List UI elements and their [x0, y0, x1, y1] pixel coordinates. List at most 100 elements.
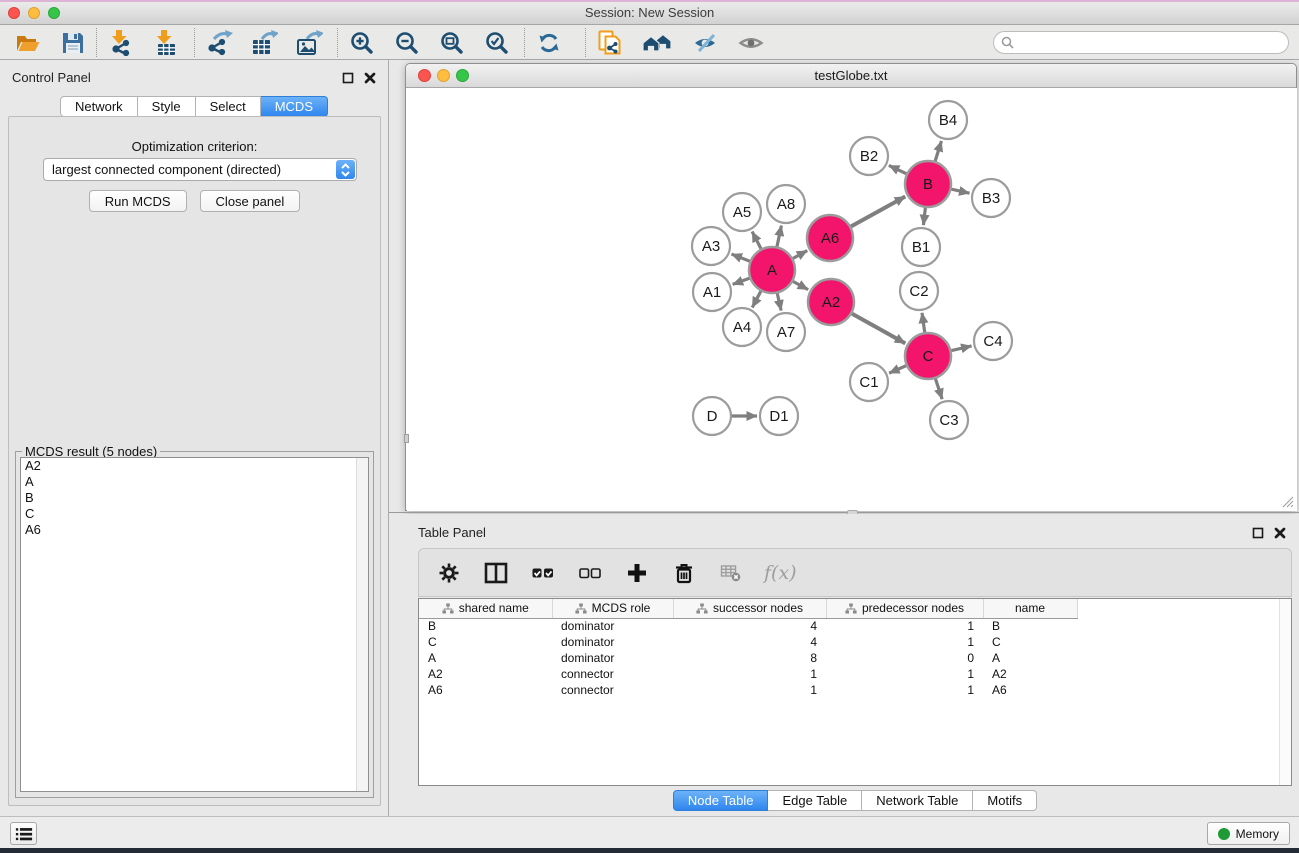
hide-selected-icon[interactable] — [692, 29, 720, 57]
table-cell: 8 — [673, 650, 826, 666]
table-cell: 4 — [673, 634, 826, 650]
network-graph: B4B2BB3A5A8A6A3B1AA1C2A2A4A7C4CC1C3DD1 — [407, 88, 1297, 510]
refresh-view-icon[interactable] — [535, 29, 563, 57]
column-header-predecessor-nodes[interactable]: predecessor nodes — [826, 599, 983, 618]
show-network-home-icon[interactable] — [641, 29, 675, 57]
table-cell: 4 — [673, 618, 826, 634]
network-window-titlebar[interactable]: testGlobe.txt — [406, 64, 1296, 88]
mcds-tab-content: Optimization criterion: largest connecte… — [8, 116, 381, 806]
table-row[interactable]: A6connector11A6 — [419, 682, 1279, 698]
tab-select[interactable]: Select — [196, 96, 261, 117]
column-header-shared-name[interactable]: shared name — [419, 599, 552, 618]
graph-node-label: B3 — [982, 190, 1000, 207]
graph-node-label: D — [707, 408, 718, 425]
add-column-icon[interactable] — [623, 559, 651, 587]
table-cell: 1 — [673, 682, 826, 698]
column-header-MCDS-role[interactable]: MCDS role — [552, 599, 673, 618]
open-session-icon[interactable] — [14, 29, 42, 57]
memory-label: Memory — [1236, 827, 1279, 841]
application-window: Session: New Session — [0, 0, 1299, 853]
import-network-icon[interactable] — [107, 29, 135, 57]
result-list-scrollbar[interactable] — [356, 458, 368, 791]
column-header-label: predecessor nodes — [862, 601, 964, 615]
search-input[interactable] — [1018, 36, 1288, 50]
zoom-fit-icon[interactable] — [438, 29, 466, 57]
table-cell: B — [419, 618, 552, 634]
mcds-result-item: A2 — [21, 458, 368, 474]
table-cell: A — [983, 650, 1077, 666]
graph-node-label: D1 — [769, 408, 788, 425]
table-tab-network-table[interactable]: Network Table — [862, 790, 973, 811]
float-panel-icon[interactable] — [342, 71, 354, 89]
table-cell: C — [419, 634, 552, 650]
app-title: Session: New Session — [0, 5, 1299, 20]
close-panel-icon[interactable] — [364, 71, 376, 89]
select-all-rows-icon[interactable] — [529, 559, 557, 587]
search-field[interactable] — [993, 31, 1289, 54]
save-session-icon[interactable] — [59, 29, 87, 57]
search-icon — [1001, 36, 1014, 49]
table-tabs: Node TableEdge TableNetwork TableMotifs — [418, 790, 1292, 811]
delete-columns-icon[interactable] — [670, 559, 698, 587]
table-row[interactable]: Cdominator41C — [419, 634, 1279, 650]
close-panel-button[interactable]: Close panel — [200, 190, 301, 212]
table-toolbar: f(x) — [418, 548, 1292, 597]
criterion-dropdown[interactable]: largest connected component (directed) — [43, 158, 357, 181]
tab-style[interactable]: Style — [138, 96, 196, 117]
resize-grip-icon[interactable] — [1280, 494, 1294, 508]
zoom-selected-icon[interactable] — [483, 29, 511, 57]
table-settings-icon[interactable] — [435, 559, 463, 587]
table-tab-node-table[interactable]: Node Table — [673, 790, 769, 811]
float-table-panel-icon[interactable] — [1252, 526, 1264, 544]
network-canvas[interactable]: B4B2BB3A5A8A6A3B1AA1C2A2A4A7C4CC1C3DD1 — [407, 88, 1297, 511]
criterion-value: largest connected component (directed) — [52, 162, 281, 177]
graph-node-label: A8 — [777, 196, 795, 213]
tab-mcds[interactable]: MCDS — [261, 96, 328, 117]
column-header-name[interactable]: name — [983, 599, 1077, 618]
task-history-button[interactable] — [10, 822, 37, 845]
deselect-all-rows-icon[interactable] — [576, 559, 604, 587]
window-edge-handle[interactable] — [404, 434, 409, 443]
zoom-out-icon[interactable] — [393, 29, 421, 57]
table-scrollbar[interactable] — [1279, 599, 1291, 785]
show-all-icon[interactable] — [737, 29, 765, 57]
table-row[interactable]: A2connector11A2 — [419, 666, 1279, 682]
export-table-icon[interactable] — [250, 29, 278, 57]
export-network-icon[interactable] — [205, 29, 233, 57]
column-header-successor-nodes[interactable]: successor nodes — [673, 599, 826, 618]
mcds-result-item: A6 — [21, 522, 368, 538]
import-table-icon[interactable] — [152, 29, 180, 57]
table-cell: 0 — [826, 650, 983, 666]
delete-table-icon[interactable] — [717, 559, 745, 587]
memory-button[interactable]: Memory — [1207, 822, 1290, 845]
table-cell: 1 — [826, 618, 983, 634]
run-mcds-button[interactable]: Run MCDS — [89, 190, 187, 212]
close-table-panel-icon[interactable] — [1274, 526, 1286, 544]
hierarchy-icon — [845, 603, 857, 614]
graph-node-label: B1 — [912, 239, 930, 256]
network-from-selection-icon[interactable] — [596, 29, 624, 57]
table-cell: 1 — [673, 666, 826, 682]
function-builder-icon[interactable]: f(x) — [764, 562, 797, 584]
network-view-window: testGlobe.txt B4B2BB3A5A8A6A3B1AA1C2A2A4… — [405, 63, 1297, 511]
graph-node-label: C1 — [859, 374, 878, 391]
mcds-result-item: B — [21, 490, 368, 506]
graph-node-label: B — [923, 176, 933, 193]
tab-network[interactable]: Network — [60, 96, 138, 117]
table-tab-edge-table[interactable]: Edge Table — [768, 790, 862, 811]
graph-node-label: C3 — [939, 412, 958, 429]
graph-node-label: B4 — [939, 112, 957, 129]
export-image-icon[interactable] — [295, 29, 323, 57]
node-table: shared nameMCDS rolesuccessor nodes prede… — [419, 599, 1279, 698]
column-header-label: name — [1015, 601, 1045, 615]
table-tab-motifs[interactable]: Motifs — [973, 790, 1037, 811]
status-bar: Memory — [0, 816, 1299, 848]
zoom-in-icon[interactable] — [348, 29, 376, 57]
table-cell: dominator — [552, 618, 673, 634]
table-cell: B — [983, 618, 1077, 634]
table-cell: A2 — [419, 666, 552, 682]
table-row[interactable]: Adominator80A — [419, 650, 1279, 666]
memory-status-icon — [1218, 828, 1230, 840]
split-table-icon[interactable] — [482, 559, 510, 587]
table-row[interactable]: Bdominator41B — [419, 618, 1279, 634]
